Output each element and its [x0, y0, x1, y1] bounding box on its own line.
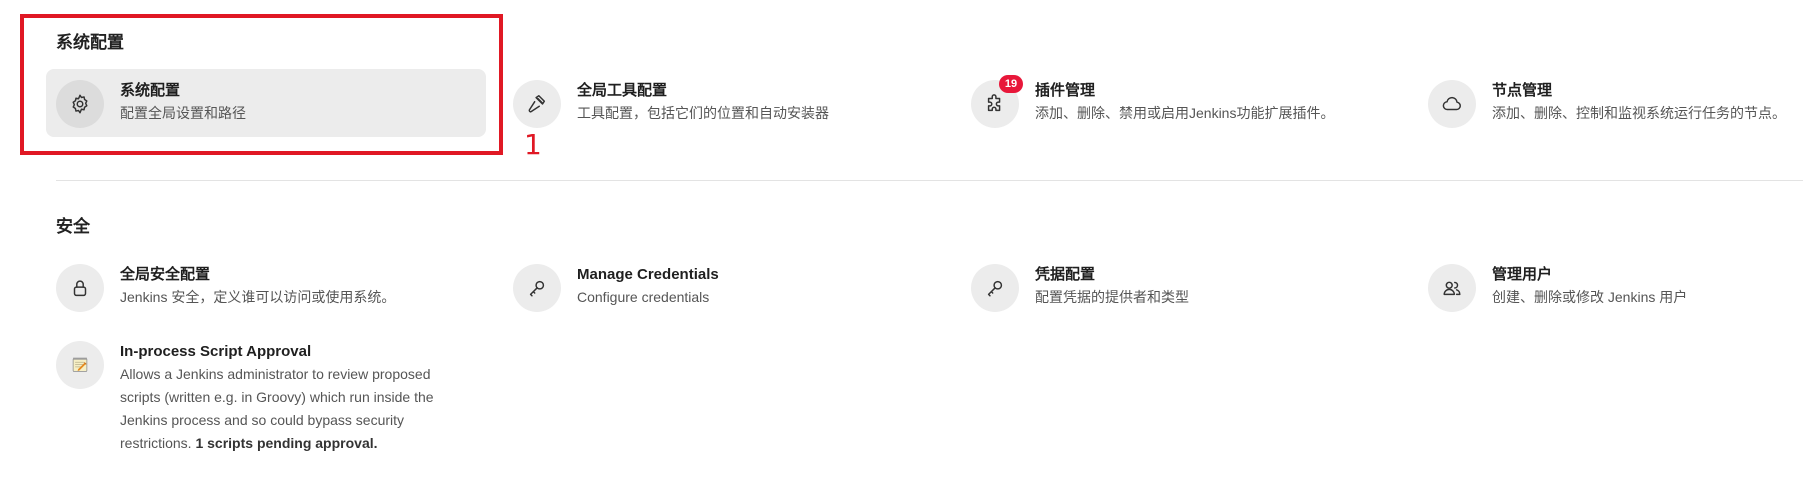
nodes-title: 节点管理 [1492, 82, 1553, 99]
system-config-desc: 配置全局设置和路径 [120, 105, 246, 121]
global-security-desc: Jenkins 安全，定义谁可以访问或使用系统。 [120, 289, 396, 305]
pending-approval-count: 1 scripts pending approval. [191, 435, 378, 451]
global-tools-desc: 工具配置，包括它们的位置和自动安装器 [577, 105, 829, 121]
credential-config-title: 凭据配置 [1035, 266, 1096, 283]
manage-credentials-item[interactable]: Manage Credentials Configure credentials [503, 253, 943, 321]
global-security-item[interactable]: 全局安全配置 Jenkins 安全，定义谁可以访问或使用系统。 [46, 253, 486, 321]
cloud-icon [1428, 80, 1476, 128]
system-config-item[interactable]: 系统配置 配置全局设置和路径 [46, 69, 486, 137]
section-divider [56, 180, 1803, 181]
global-tools-item[interactable]: 全局工具配置 工具配置，包括它们的位置和自动安装器 [503, 69, 943, 137]
script-approval-desc: Allows a Jenkins administrator to review… [120, 363, 460, 455]
script-approval-title: In-process Script Approval [120, 343, 312, 360]
manage-users-title: 管理用户 [1492, 266, 1553, 283]
credential-config-item[interactable]: 凭据配置 配置凭据的提供者和类型 [961, 253, 1401, 321]
global-security-title: 全局安全配置 [120, 266, 211, 283]
key-icon [971, 264, 1019, 312]
nodes-item[interactable]: 节点管理 添加、删除、控制和监视系统运行任务的节点。 [1418, 69, 1803, 137]
credential-config-desc: 配置凭据的提供者和类型 [1035, 289, 1189, 305]
plugins-desc: 添加、删除、禁用或启用Jenkins功能扩展插件。 [1035, 105, 1335, 121]
notepad-icon [56, 341, 104, 389]
users-icon [1428, 264, 1476, 312]
global-tools-title: 全局工具配置 [577, 82, 668, 99]
script-approval-item[interactable]: In-process Script Approval Allows a Jenk… [46, 330, 486, 460]
manage-users-desc: 创建、删除或修改 Jenkins 用户 [1492, 289, 1688, 305]
annotation-marker: 1 [524, 128, 542, 161]
manage-users-item[interactable]: 管理用户 创建、删除或修改 Jenkins 用户 [1418, 253, 1803, 321]
manage-credentials-desc: Configure credentials [577, 289, 710, 305]
system-config-title: 系统配置 [120, 82, 181, 99]
gear-icon [56, 80, 104, 128]
plugin-updates-badge: 19 [999, 75, 1023, 93]
manage-credentials-title: Manage Credentials [577, 266, 719, 283]
plugins-title: 插件管理 [1035, 82, 1096, 99]
nodes-desc: 添加、删除、控制和监视系统运行任务的节点。 [1492, 105, 1786, 121]
section-title-security: 安全 [56, 217, 90, 236]
plugins-item[interactable]: 19 插件管理 添加、删除、禁用或启用Jenkins功能扩展插件。 [961, 69, 1401, 137]
section-title-system: 系统配置 [56, 33, 124, 52]
key-icon [513, 264, 561, 312]
lock-icon [56, 264, 104, 312]
hammer-icon [513, 80, 561, 128]
